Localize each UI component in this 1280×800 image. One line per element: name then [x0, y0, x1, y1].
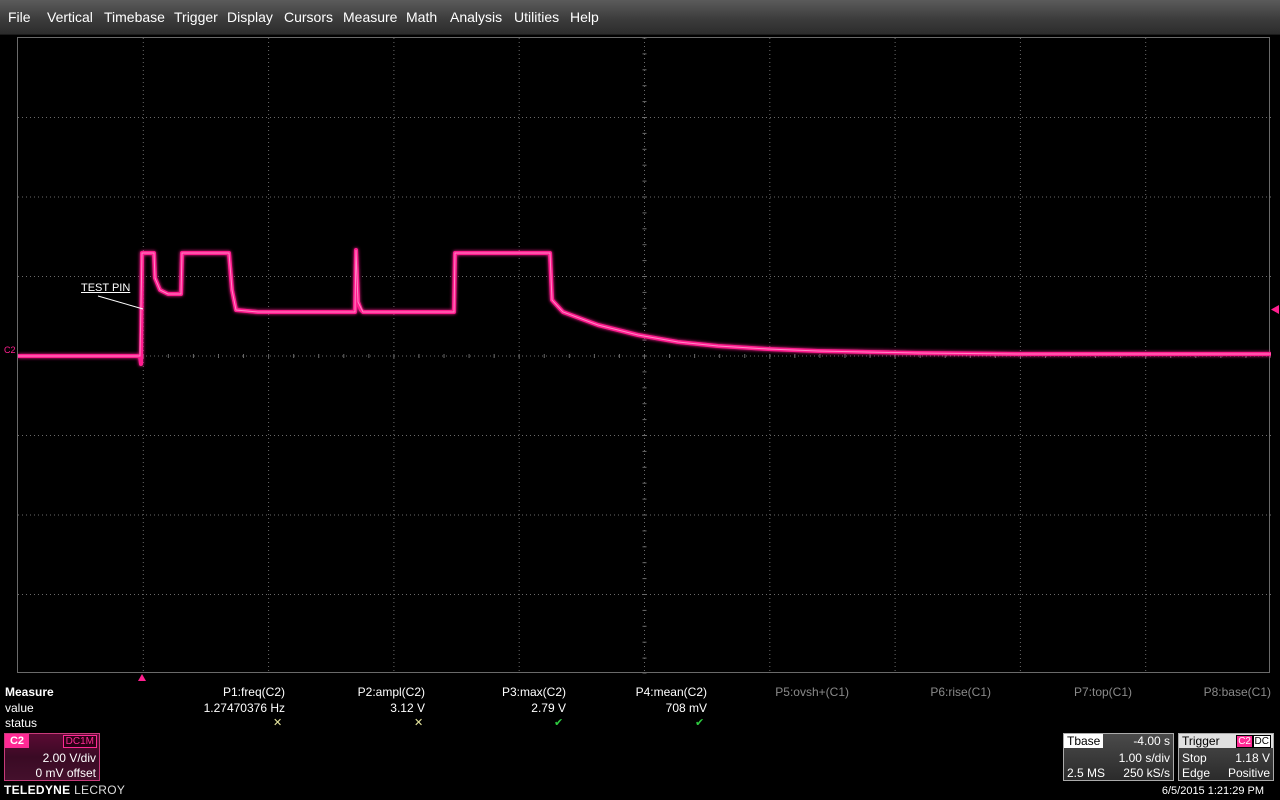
trigger-level: 1.18 V	[1235, 751, 1270, 765]
trace-c2-core	[18, 249, 1271, 357]
trigger-source: C2	[1236, 735, 1253, 748]
channel-name: C2	[5, 734, 29, 748]
param-p2-name[interactable]: P2:ampl(C2)	[275, 685, 425, 699]
param-p1-value: 1.27470376 Hz	[203, 701, 285, 715]
menu-help[interactable]: Help	[570, 9, 599, 25]
param-p4-name[interactable]: P4:mean(C2)	[557, 685, 707, 699]
param-p2-value: 3.12 V	[390, 701, 425, 715]
measure-table: Measure value status P1:freq(C2) 1.27470…	[0, 682, 1280, 732]
param-p1-status-warn-icon: ✕	[273, 717, 283, 729]
param-p5-name[interactable]: P5:ovsh+(C1)	[699, 685, 849, 699]
channel-coupling: DC1M	[62, 735, 97, 748]
param-p7-name[interactable]: P7:top(C1)	[982, 685, 1132, 699]
menu-timebase[interactable]: Timebase	[104, 9, 165, 25]
param-p6-name[interactable]: P6:rise(C1)	[841, 685, 991, 699]
timebase-descriptor[interactable]: Tbase -4.00 s 1.00 s/div 2.5 MS 250 kS/s	[1063, 733, 1174, 781]
logo-brand: TELEDYNE	[4, 783, 71, 797]
annotation-test-pin: TEST PIN	[81, 282, 131, 294]
param-p1-name[interactable]: P1:freq(C2)	[135, 685, 285, 699]
menu-utilities[interactable]: Utilities	[514, 9, 559, 25]
waveform-grid[interactable]: TEST PIN	[17, 37, 1271, 674]
menu-measure[interactable]: Measure	[343, 9, 397, 25]
param-p3-value: 2.79 V	[531, 701, 566, 715]
menu-analysis[interactable]: Analysis	[450, 9, 502, 25]
param-p4-value: 708 mV	[665, 701, 707, 715]
trigger-coupling: DC	[1252, 735, 1271, 748]
menu-trigger[interactable]: Trigger	[174, 9, 218, 25]
menu-file[interactable]: File	[8, 9, 31, 25]
trigger-type: Edge	[1182, 766, 1211, 780]
timebase-samples: 2.5 MS	[1067, 766, 1106, 780]
trigger-mode: Stop	[1182, 751, 1207, 765]
brand-logo: TELEDYNE LECROY	[4, 783, 125, 797]
timebase-rate: 250 kS/s	[1123, 766, 1170, 780]
menu-bar: File Vertical Timebase Trigger Display C…	[0, 0, 1280, 35]
menu-cursors[interactable]: Cursors	[284, 9, 333, 25]
channel-ground-marker[interactable]: C2	[4, 345, 16, 355]
timebase-delay: -4.00 s	[1133, 734, 1170, 748]
timebase-title: Tbase	[1064, 734, 1104, 748]
menu-math[interactable]: Math	[406, 9, 437, 25]
trigger-descriptor[interactable]: Trigger C2 DC Stop 1.18 V Edge Positive	[1178, 733, 1274, 781]
timestamp: 6/5/2015 1:21:29 PM	[1161, 785, 1264, 797]
logo-product: LECROY	[74, 783, 126, 797]
channel-vdiv: 2.00 V/div	[42, 751, 96, 765]
measure-title: Measure	[5, 685, 54, 699]
param-p3-name[interactable]: P3:max(C2)	[416, 685, 566, 699]
trigger-position-marker[interactable]	[137, 673, 147, 682]
menu-display[interactable]: Display	[227, 9, 273, 25]
menu-vertical[interactable]: Vertical	[47, 9, 93, 25]
measure-row-value: value	[5, 701, 34, 715]
trigger-slope: Positive	[1227, 766, 1270, 780]
timebase-sdiv: 1.00 s/div	[1118, 751, 1170, 765]
annotation-leader	[97, 295, 144, 310]
channel-c2-descriptor[interactable]: C2 DC1M 2.00 V/div 0 mV offset	[4, 733, 100, 781]
trace-c2	[18, 248, 1271, 366]
trace-c2-line	[18, 248, 1271, 366]
channel-offset: 0 mV offset	[35, 766, 96, 780]
param-p2-status-warn-icon: ✕	[414, 717, 424, 729]
measure-row-status: status	[5, 716, 38, 730]
param-p4-status-ok-icon: ✔	[695, 717, 705, 729]
param-p3-status-ok-icon: ✔	[554, 717, 564, 729]
trigger-level-marker[interactable]	[1270, 305, 1280, 315]
param-p8-name[interactable]: P8:base(C1)	[1121, 685, 1271, 699]
